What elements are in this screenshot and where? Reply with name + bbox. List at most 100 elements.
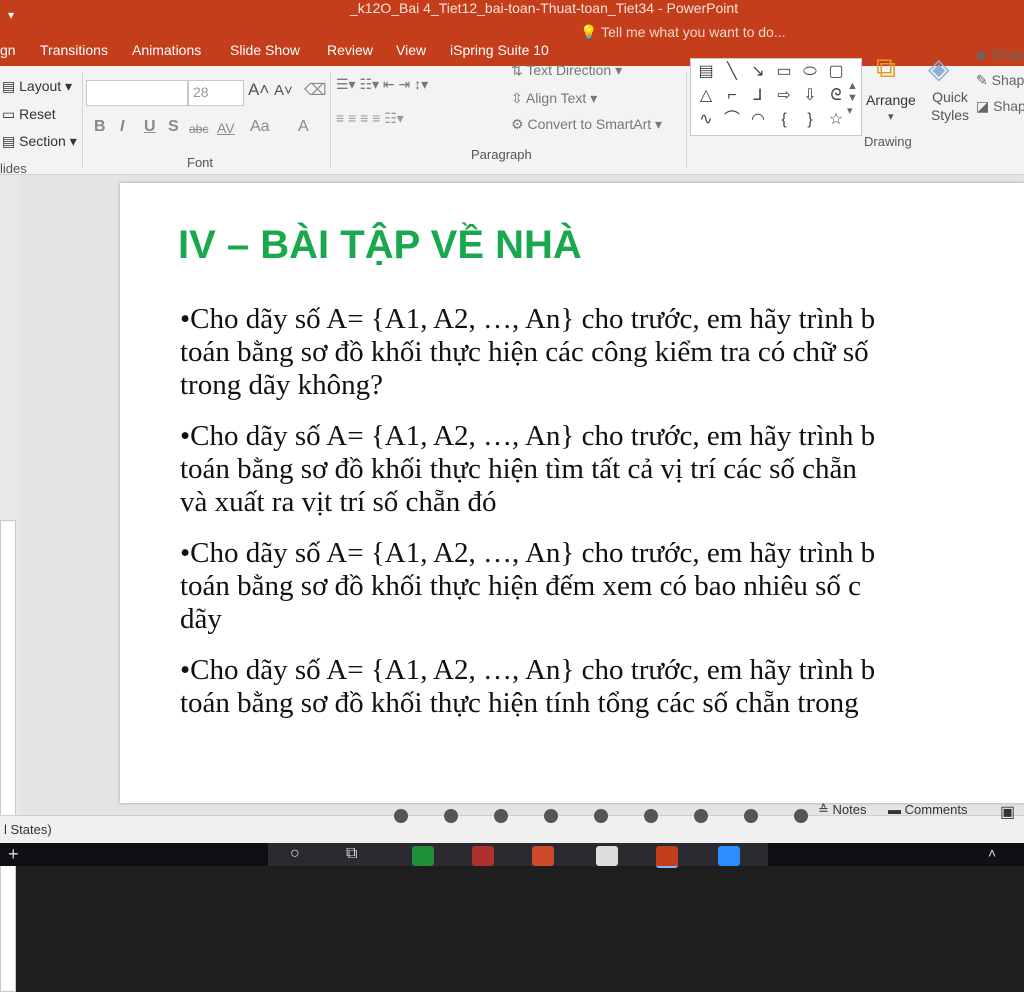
dot-icon (394, 809, 408, 823)
paragraph-line: toán bằng sơ đồ khối thực hiện tìm tất c… (180, 453, 857, 485)
text-direction-label: Text Direction (526, 62, 612, 78)
font-size-value: 28 (193, 84, 209, 100)
section-button[interactable]: ▤ Section ▾ (2, 133, 77, 150)
arrange-button[interactable]: Arrange (866, 92, 916, 108)
bullets-icon[interactable]: ☰▾ ☷▾ ⇤ ⇥ ↕▾ (336, 76, 428, 93)
freeform-shape-icon[interactable]: ᘓ (825, 85, 847, 107)
gallery-scroll-icon[interactable]: ▲ ▼ ▾ (847, 80, 858, 117)
bullet-paragraph[interactable]: •Cho dãy số A= {A1, A2, …, An} cho trước… (180, 303, 1024, 402)
arc-shape-icon[interactable]: ⌒ (721, 109, 743, 131)
powerpoint-icon[interactable] (656, 846, 678, 868)
layout-button[interactable]: ▤ Layout ▾ (2, 78, 72, 95)
grow-font-button[interactable]: A˄ (248, 80, 269, 100)
task-view-icon[interactable]: ⧉ (346, 845, 357, 863)
bullet-paragraph[interactable]: •Cho dãy số A= {A1, A2, …, An} cho trước… (180, 654, 1024, 720)
change-case-button[interactable]: Aa (250, 118, 270, 136)
tab-view[interactable]: View (396, 42, 426, 58)
document-title: _k12O_Bai 4_Tiet12_bai-toan-Thuat-toan_T… (350, 0, 739, 16)
lightbulb-icon: 💡 (580, 24, 598, 40)
divider (82, 72, 83, 168)
tab-design[interactable]: gn (0, 42, 16, 58)
rectangle-shape-icon[interactable]: ▭ (773, 61, 795, 83)
tab-ispring[interactable]: iSpring Suite 10 (450, 42, 549, 58)
align-text-button[interactable]: ⇳ Align Text ▾ (511, 90, 597, 107)
tab-review[interactable]: Review (327, 42, 373, 58)
line-shape-icon[interactable]: ╲ (721, 61, 743, 83)
comments-button[interactable]: ▬ Comments (888, 802, 967, 817)
paragraph-line: toán bằng sơ đồ khối thực hiện các công … (180, 336, 869, 368)
rounded-rect-shape-icon[interactable]: ▢ (825, 61, 847, 83)
wave-shape-icon[interactable]: ◠ (747, 109, 769, 131)
connector-shape-icon[interactable]: ⌐ (721, 85, 743, 107)
slide-title[interactable]: IV – BÀI TẬP VỀ NHÀ (178, 223, 582, 268)
arrange-dropdown-icon[interactable]: ▾ (888, 110, 894, 123)
triangle-shape-icon[interactable]: △ (695, 85, 717, 107)
paragraph-line: •Cho dãy số A= {A1, A2, …, An} cho trước… (180, 537, 876, 569)
font-group-label: Font (187, 155, 214, 170)
down-arrow-shape-icon[interactable]: ⇩ (799, 85, 821, 107)
layout-label: Layout (19, 78, 62, 94)
font-size-input[interactable]: 28 (188, 80, 244, 106)
drawing-group-label: Drawing (864, 134, 912, 149)
quick-styles-button[interactable]: Quick Styles (928, 88, 972, 124)
right-arrow-shape-icon[interactable]: ⇨ (773, 85, 795, 107)
italic-button[interactable]: I (120, 118, 124, 136)
tab-slide-show[interactable]: Slide Show (230, 42, 300, 58)
strikethrough-button[interactable]: abc (189, 122, 208, 136)
reset-button[interactable]: ▭ Reset (2, 106, 56, 123)
dot-icon (594, 809, 608, 823)
tab-animations[interactable]: Animations (132, 42, 201, 58)
left-brace-shape-icon[interactable]: { (773, 109, 795, 131)
arrow-shape-icon[interactable]: ↘ (747, 61, 769, 83)
char-spacing-button[interactable]: AV (217, 120, 235, 136)
curve-shape-icon[interactable]: ∿ (695, 109, 717, 131)
star-shape-icon[interactable]: ☆ (825, 109, 847, 131)
font-name-input[interactable] (86, 80, 188, 106)
shape-effects-button[interactable]: ◪ Shap (976, 98, 1024, 115)
convert-smartart-button[interactable]: ⚙ Convert to SmartArt ▾ (511, 116, 662, 133)
add-icon[interactable]: + (8, 844, 19, 865)
shape-outline-button[interactable]: ✎ Shap (976, 72, 1024, 89)
bold-button[interactable]: B (94, 118, 106, 136)
font-color-button[interactable]: A (298, 118, 309, 136)
elbow-shape-icon[interactable]: ⅃ (747, 85, 769, 107)
divider (686, 72, 687, 168)
notes-button[interactable]: ≙ Notes (818, 802, 866, 818)
paragraph-line: trong dãy không? (180, 369, 383, 401)
right-brace-shape-icon[interactable]: } (799, 109, 821, 131)
clear-formatting-icon[interactable]: ⌫ (304, 80, 327, 100)
status-bar: l States) ≙ Notes ▬ Comments ▣ (0, 802, 1024, 844)
tell-me-search[interactable]: 💡 Tell me what you want to do... (580, 24, 786, 41)
textbox-shape-icon[interactable]: ▤ (695, 61, 717, 83)
notes-label: Notes (832, 802, 867, 817)
chevron-up-icon[interactable]: ˄ (988, 845, 996, 861)
shape-fill-label: Shap (990, 46, 1024, 62)
shape-fill-button[interactable]: ◆ Shap (976, 46, 1023, 63)
align-icon[interactable]: ≡ ≡ ≡ ≡ ☷▾ (336, 110, 404, 127)
taskbar-apps (268, 843, 768, 866)
oval-shape-icon[interactable]: ⬭ (799, 61, 821, 83)
slide-thumbnail[interactable] (0, 520, 16, 992)
bullet-paragraph[interactable]: •Cho dãy số A= {A1, A2, …, An} cho trước… (180, 537, 1024, 636)
app-icon-white[interactable] (596, 846, 618, 866)
quick-access-dropdown-icon[interactable]: ▾ (8, 8, 14, 22)
normal-view-icon[interactable]: ▣ (1000, 802, 1015, 822)
app-icon-red[interactable] (472, 846, 494, 866)
search-icon[interactable]: ○ (290, 845, 300, 863)
shrink-font-button[interactable]: A˅ (274, 82, 293, 99)
bullet-paragraph[interactable]: •Cho dãy số A= {A1, A2, …, An} cho trước… (180, 420, 1024, 519)
grow-font-label: A (248, 80, 260, 99)
tab-transitions[interactable]: Transitions (40, 42, 108, 58)
shapes-gallery[interactable]: ▤ ╲ ↘ ▭ ⬭ ▢ △ ⌐ ⅃ ⇨ ⇩ ᘓ ∿ ⌒ ◠ { } ☆ (690, 58, 862, 136)
zoom-icon[interactable] (718, 846, 740, 866)
underline-button[interactable]: U (144, 118, 156, 136)
app-icon-green[interactable] (412, 846, 434, 866)
shadow-button[interactable]: S (168, 118, 179, 136)
slide-canvas[interactable]: IV – BÀI TẬP VỀ NHÀ •Cho dãy số A= {A1, … (120, 183, 1024, 803)
tell-me-text: Tell me what you want to do... (601, 24, 786, 40)
dot-icon (794, 809, 808, 823)
app-icon-orange[interactable] (532, 846, 554, 866)
dot-icon (494, 809, 508, 823)
language-status: l States) (4, 822, 52, 837)
text-direction-button[interactable]: ⇅ Text Direction ▾ (511, 62, 622, 79)
